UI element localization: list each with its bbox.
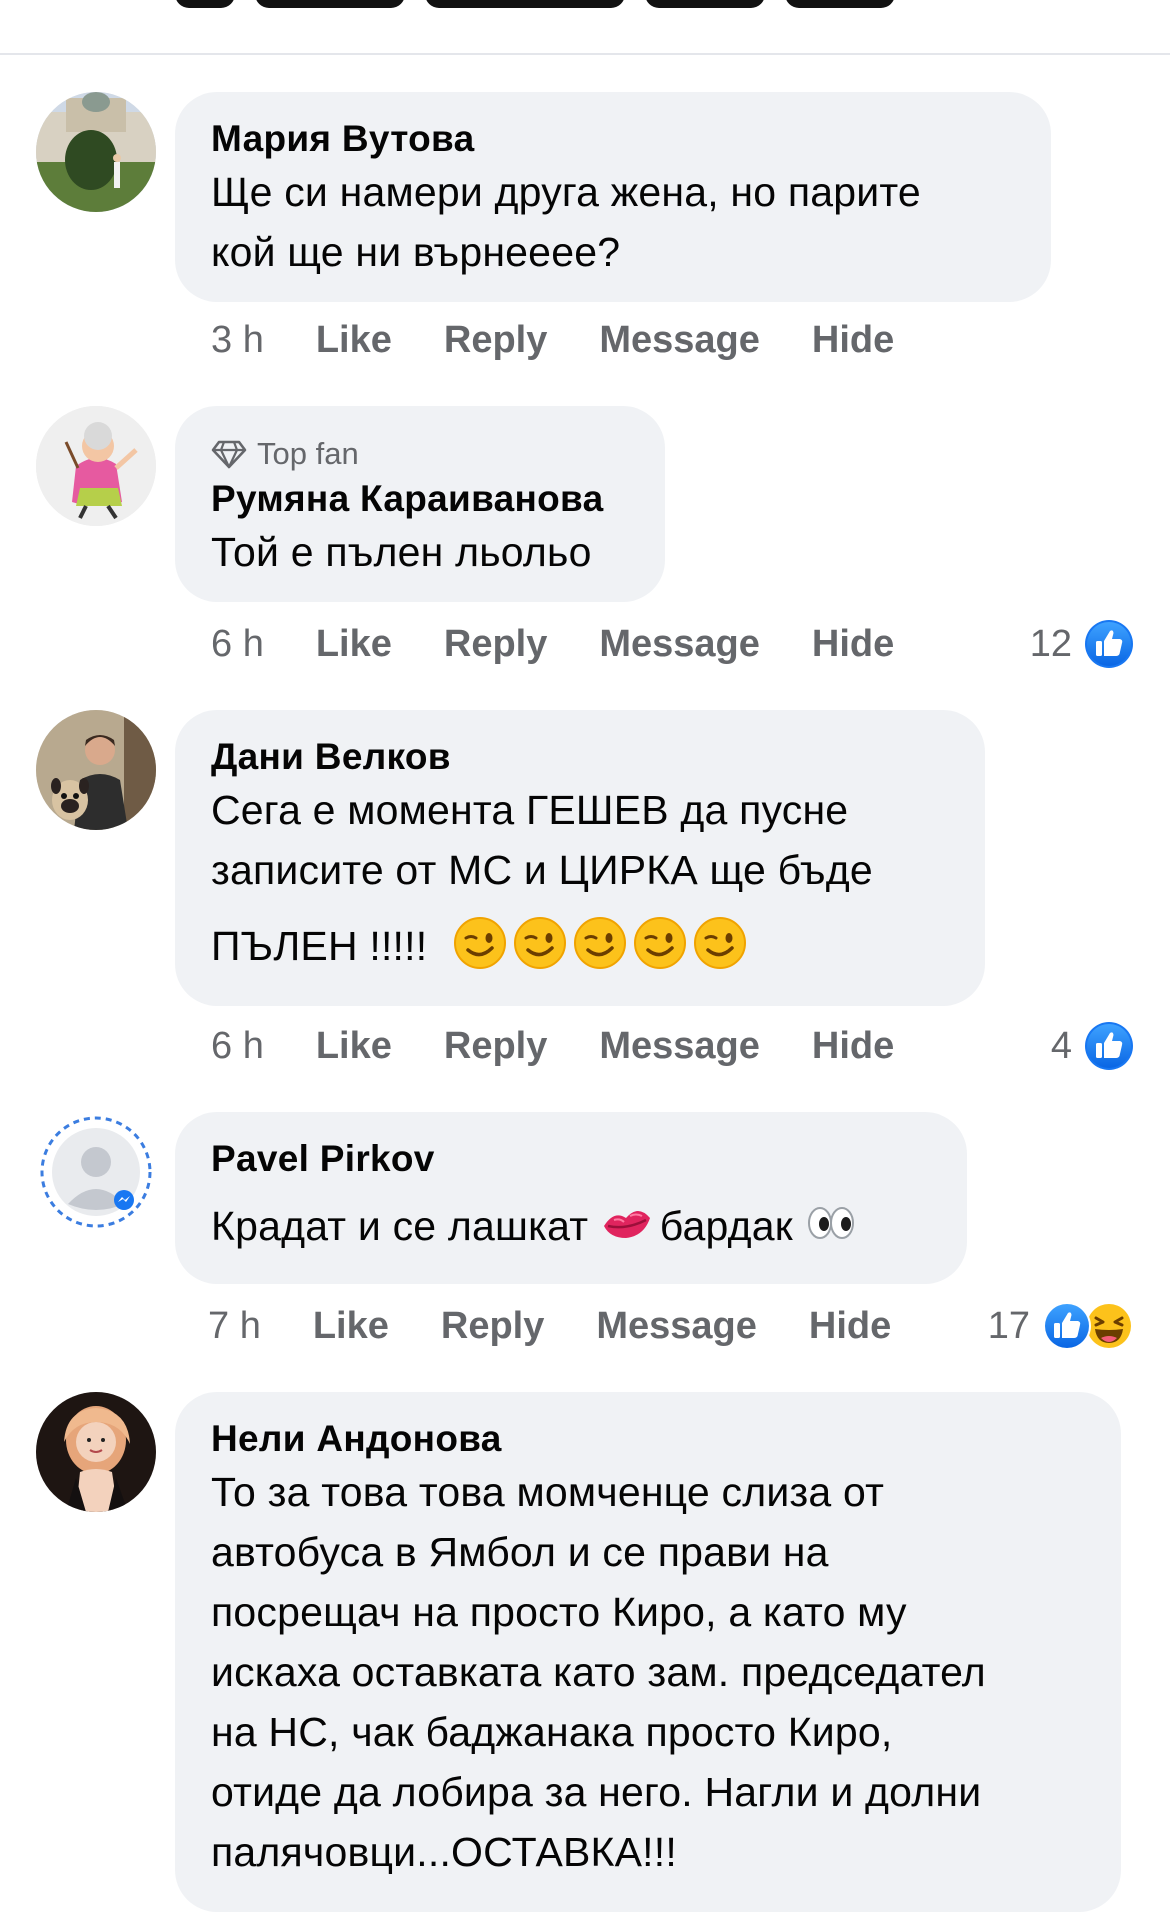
like-reaction-icon <box>1085 620 1133 668</box>
avatar[interactable] <box>36 1392 156 1512</box>
comment-bubble: Дани Велков Сега е момента ГЕШЕВ да пусн… <box>175 710 985 1006</box>
comment-bubble: Pavel Pirkov Крадат и се лашкат бардак <box>175 1112 967 1284</box>
comment-text: Ще си намери друга жена, но парите кой щ… <box>211 162 1013 282</box>
winking-face-icon <box>693 916 747 970</box>
reaction-summary[interactable]: 12 <box>1030 616 1134 672</box>
profile-photo-garden-icon <box>36 92 156 212</box>
message-button[interactable]: Message <box>599 1025 760 1068</box>
comment-text: Той е пълен льольо <box>211 529 592 575</box>
comment-text-line: Ще си намери друга жена, но парите <box>211 169 921 215</box>
like-reaction-icon <box>1043 1302 1091 1350</box>
profile-photo-cartoon-icon <box>36 406 156 526</box>
comment-author[interactable]: Pavel Pirkov <box>211 1136 929 1182</box>
eyes-icon <box>804 1196 858 1250</box>
comment-text-line: на НС, чак баджанака просто Киро, <box>211 1709 893 1755</box>
comment-bubble: Top fan Румяна Караиванова Той е пълен л… <box>175 406 665 602</box>
default-profile-messenger-icon <box>36 1112 156 1232</box>
message-button[interactable]: Message <box>596 1305 757 1348</box>
hide-button[interactable]: Hide <box>812 319 894 362</box>
comment-text-line: искаха оставката като зам. председател <box>211 1649 986 1695</box>
winking-face-icon <box>633 916 687 970</box>
comment-text: Сега е момента ГЕШЕВ да пусне записите о… <box>211 780 947 976</box>
reaction-count: 4 <box>1050 1024 1072 1067</box>
comment-text-line: посрещач на просто Киро, а като му <box>211 1589 907 1635</box>
comment-text-line: записите от МС и ЦИРКА ще бъде <box>211 847 873 893</box>
reply-button[interactable]: Reply <box>444 1025 547 1068</box>
reaction-summary[interactable]: 4 <box>1051 1018 1134 1074</box>
like-button[interactable]: Like <box>316 319 392 362</box>
reply-button[interactable]: Reply <box>444 623 547 666</box>
like-button[interactable]: Like <box>316 623 392 666</box>
winking-face-icon <box>513 916 567 970</box>
comment-text-line: ПЪЛЕН !!!!! <box>211 916 947 976</box>
avatar[interactable] <box>36 92 156 212</box>
comment-author[interactable]: Румяна Караиванова <box>211 476 627 522</box>
comment-text-segment: бардак <box>659 1203 805 1249</box>
diamond-icon <box>211 440 247 469</box>
message-button[interactable]: Message <box>599 623 760 666</box>
comment-text-segment: Крадат и се лашкат <box>211 1203 600 1249</box>
comment-text-segment: ПЪЛЕН !!!!! <box>211 923 428 969</box>
reaction-count: 12 <box>1029 622 1072 665</box>
comment-time[interactable]: 7 h <box>208 1305 261 1348</box>
comment-text-line: кой ще ни върнееее? <box>211 229 621 275</box>
top-fan-label: Top fan <box>257 436 359 471</box>
comment-text: То за това това момченце слиза от автобу… <box>211 1462 1083 1882</box>
comment-time[interactable]: 6 h <box>211 623 264 666</box>
comment-text-line: отиде да лобира за него. Нагли и долни <box>211 1769 982 1815</box>
comment-time[interactable]: 3 h <box>211 319 264 362</box>
comment-text: Крадат и се лашкат бардак <box>211 1196 929 1256</box>
profile-photo-woman-icon <box>36 1392 156 1512</box>
header-divider <box>0 53 1170 55</box>
post-header-cropped <box>0 0 1170 54</box>
comment-actions: 6 h Like Reply Message Hide <box>211 1022 946 1070</box>
comment-author[interactable]: Дани Велков <box>211 734 947 780</box>
winking-face-icon <box>573 916 627 970</box>
comment-time[interactable]: 6 h <box>211 1025 264 1068</box>
winking-face-icon <box>453 916 507 970</box>
hide-button[interactable]: Hide <box>809 1305 891 1348</box>
profile-photo-man-with-dog-icon <box>36 710 156 830</box>
hide-button[interactable]: Hide <box>812 1025 894 1068</box>
kiss-mark-icon <box>600 1196 654 1250</box>
like-button[interactable]: Like <box>313 1305 389 1348</box>
comment-text-line: автобуса в Ямбол и се прави на <box>211 1529 829 1575</box>
comment-author[interactable]: Мария Вутова <box>211 116 1013 162</box>
comment-actions: 6 h Like Reply Message Hide <box>211 620 946 668</box>
reply-button[interactable]: Reply <box>441 1305 544 1348</box>
like-button[interactable]: Like <box>316 1025 392 1068</box>
hide-button[interactable]: Hide <box>812 623 894 666</box>
comment-actions: 3 h Like Reply Message Hide <box>211 316 946 364</box>
comment-bubble: Нели Андонова То за това това момченце с… <box>175 1392 1121 1912</box>
top-fan-badge: Top fan <box>211 436 627 472</box>
avatar[interactable] <box>36 1112 156 1232</box>
comment-bubble: Мария Вутова Ще си намери друга жена, но… <box>175 92 1051 302</box>
reply-button[interactable]: Reply <box>444 319 547 362</box>
comment-text-line: То за това това момченце слиза от <box>211 1469 885 1515</box>
avatar[interactable] <box>36 406 156 526</box>
comment-text-line: палячовци...ОСТАВКА!!! <box>211 1829 677 1875</box>
comment-author[interactable]: Нели Андонова <box>211 1416 1083 1462</box>
reaction-count: 17 <box>987 1304 1030 1347</box>
like-reaction-icon <box>1085 1022 1133 1070</box>
comment-text-line: Сега е момента ГЕШЕВ да пусне <box>211 787 849 833</box>
comment-actions: 7 h Like Reply Message Hide <box>208 1302 943 1350</box>
reaction-summary[interactable]: 17 <box>988 1298 1134 1354</box>
avatar[interactable] <box>36 710 156 830</box>
message-button[interactable]: Message <box>599 319 760 362</box>
